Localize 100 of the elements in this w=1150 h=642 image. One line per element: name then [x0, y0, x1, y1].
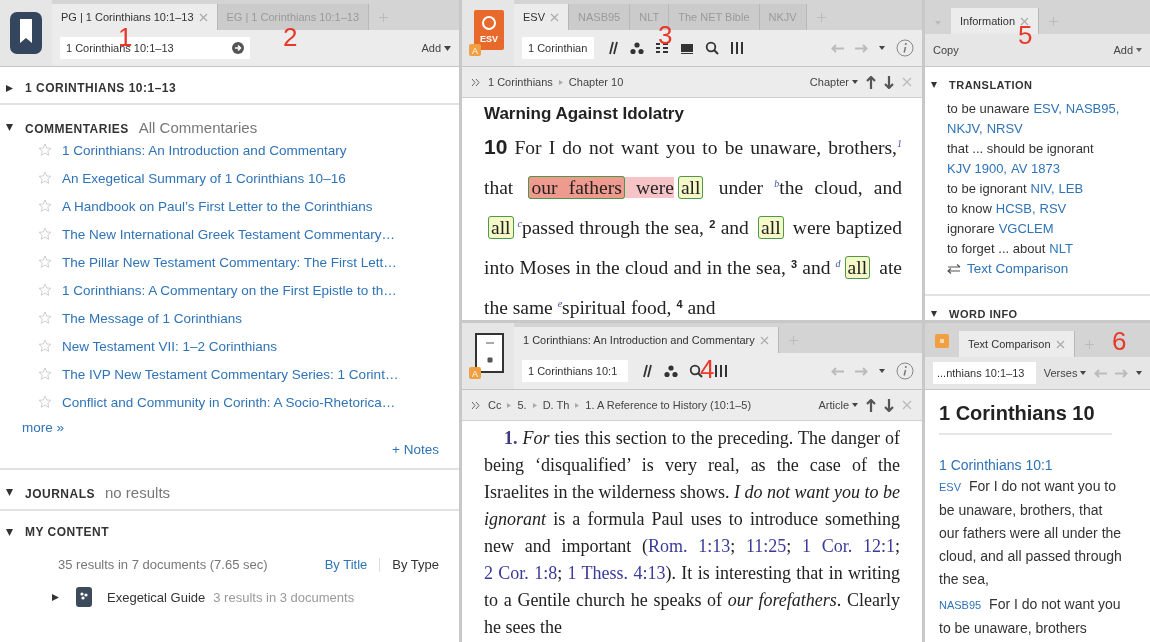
scripture-link[interactable]: Rom. 1:13 [648, 536, 731, 556]
star-icon[interactable] [38, 283, 52, 297]
footnote-marker[interactable]: 1 [897, 138, 902, 149]
caret-icon[interactable] [1136, 371, 1142, 375]
swap-arrows-icon[interactable] [947, 263, 961, 274]
footnote-marker[interactable]: e [557, 298, 563, 309]
star-icon[interactable] [38, 255, 52, 269]
cluster-icon[interactable] [630, 41, 644, 55]
sort-option[interactable]: By Title [324, 557, 368, 572]
verses-menu[interactable]: Verses [1043, 367, 1087, 379]
scripture-link[interactable]: 1 Cor. 12:1 [802, 536, 895, 556]
breadcrumb-item[interactable]: D. Th [542, 399, 570, 411]
version-link[interactable]: ESV, [1033, 99, 1062, 119]
caret-icon[interactable] [1080, 371, 1087, 375]
down-arrow-icon[interactable] [884, 398, 894, 412]
version-link[interactable]: HCSB, [995, 199, 1036, 219]
footnote-marker[interactable]: b [774, 178, 780, 189]
add-menu[interactable]: Add [1113, 44, 1142, 56]
commentary-link[interactable]: The Pillar New Testament Commentary: The First Lett… [62, 254, 397, 270]
version-link[interactable]: NLT [1049, 239, 1073, 259]
footnote-marker[interactable]: c [517, 218, 522, 229]
section-title[interactable]: JOURNALS [25, 487, 95, 501]
translation-tab[interactable]: ESV [514, 4, 569, 30]
commentary-link[interactable]: An Exegetical Summary of 1 Corinthians 10–16 [62, 170, 346, 186]
commentary-link[interactable]: The IVP New Testament Commentary Series: 1 Corint… [62, 366, 399, 382]
section-title[interactable]: 1 CORINTHIANS 10:1–13 [25, 81, 177, 95]
info-icon[interactable] [896, 39, 914, 57]
down-arrow-icon[interactable] [884, 75, 894, 89]
caret-icon[interactable] [852, 403, 858, 407]
expand-chevrons-icon[interactable] [472, 78, 480, 86]
expand-chevrons-icon[interactable] [472, 401, 480, 409]
version-link[interactable]: ESV [939, 481, 961, 493]
caret-icon[interactable] [852, 80, 858, 84]
add-notes-link[interactable]: + Notes [392, 441, 439, 457]
section-title[interactable]: TRANSLATION [949, 79, 1033, 91]
expand-triangle-icon[interactable] [931, 82, 937, 88]
reference-field[interactable]: 1 Corinthian [522, 37, 594, 59]
breadcrumb-item[interactable]: 1. A Reference to History (10:1–5) [585, 399, 752, 411]
breadcrumb-item[interactable]: Chapter 10 [568, 76, 624, 88]
footnote-marker[interactable]: d [835, 258, 841, 269]
version-link[interactable]: KJV 1900, [947, 159, 1007, 179]
info-icon[interactable] [896, 362, 914, 380]
caret-icon[interactable] [1136, 48, 1142, 52]
version-link[interactable]: AV 1873 [1011, 159, 1060, 179]
reference-field[interactable]: ...nthians 10:1–13 [933, 362, 1036, 384]
section-title[interactable]: COMMENTARIES [25, 122, 129, 136]
verse-reference-link[interactable]: 1 Corinthians 10:1 [939, 457, 1136, 473]
section-title[interactable]: WORD INFO [949, 308, 1018, 320]
star-icon[interactable] [38, 339, 52, 353]
commentary-link[interactable]: 1 Corinthians: A Commentary on the First Epistle to th… [62, 282, 397, 298]
star-icon[interactable] [38, 199, 52, 213]
sort-option[interactable]: By Type [392, 557, 439, 572]
result-title[interactable]: Exegetical Guide [107, 589, 206, 605]
expand-triangle-icon[interactable] [931, 311, 937, 317]
caret-icon[interactable] [879, 46, 885, 50]
version-link[interactable]: LEB [1058, 179, 1084, 199]
star-icon[interactable] [38, 143, 52, 157]
reference-field[interactable]: 1 Corinthians 10:1 [522, 360, 628, 382]
version-link[interactable]: NRSV [986, 119, 1023, 139]
commentary-link[interactable]: 1 Corinthians: An Introduction and Commentary [62, 142, 347, 158]
panel-tab[interactable]: Text Comparison [959, 331, 1075, 357]
bookmark-logo-icon[interactable] [9, 11, 43, 55]
text-comparison-link[interactable]: Text Comparison [947, 261, 1140, 276]
expand-triangle-icon[interactable] [52, 593, 59, 601]
version-link[interactable]: NASB95 [939, 599, 982, 611]
copy-button[interactable]: Copy [933, 44, 959, 56]
up-arrow-icon[interactable] [866, 75, 876, 89]
expand-triangle-icon[interactable] [6, 124, 13, 131]
version-link[interactable]: RSV [1039, 199, 1067, 219]
commentary-link[interactable]: A Handbook on Paul’s First Letter to the Corinthians [62, 198, 373, 214]
breadcrumb-item[interactable]: 5. [517, 399, 527, 411]
section-title[interactable]: MY CONTENT [25, 525, 110, 539]
commentary-link[interactable]: Conflict and Community in Corinth: A Socio-Rhetorica… [62, 394, 396, 410]
section-subtitle[interactable]: All Commentaries [138, 119, 258, 136]
star-icon[interactable] [38, 227, 52, 241]
star-icon[interactable] [38, 171, 52, 185]
expand-triangle-icon[interactable] [6, 84, 13, 92]
columns-icon[interactable] [730, 41, 744, 55]
version-link[interactable]: NASB95, [1065, 99, 1120, 119]
breadcrumb-item[interactable]: 1 Corinthians [488, 76, 553, 88]
star-icon[interactable] [38, 367, 52, 381]
chapter-menu[interactable]: Chapter [809, 76, 858, 88]
star-icon[interactable] [38, 311, 52, 325]
expand-triangle-icon[interactable] [6, 489, 13, 496]
scripture-link[interactable]: 2 Cor. 1:8 [484, 563, 558, 583]
scripture-link[interactable]: 11:25 [746, 536, 787, 556]
version-link[interactable]: NKJV, [947, 119, 983, 139]
commentary-link[interactable]: New Testament VII: 1–2 Corinthians [62, 338, 278, 354]
version-link[interactable]: VGCLEM [998, 219, 1054, 239]
commentary-link[interactable]: The New International Greek Testament Commentary… [62, 226, 395, 242]
caret-icon[interactable] [444, 45, 451, 51]
caret-icon[interactable] [879, 369, 885, 373]
resource-tab[interactable]: 1 Corinthians: An Introduction and Commentary [514, 327, 779, 353]
search-icon[interactable] [705, 41, 719, 55]
breadcrumb-item[interactable]: Cc [488, 399, 502, 411]
article-menu[interactable]: Article [818, 399, 858, 411]
scripture-link[interactable]: 1 Thess. 4:13 [567, 563, 666, 583]
more-link[interactable]: more » [22, 419, 65, 435]
star-icon[interactable] [38, 395, 52, 409]
expand-triangle-icon[interactable] [6, 528, 13, 536]
